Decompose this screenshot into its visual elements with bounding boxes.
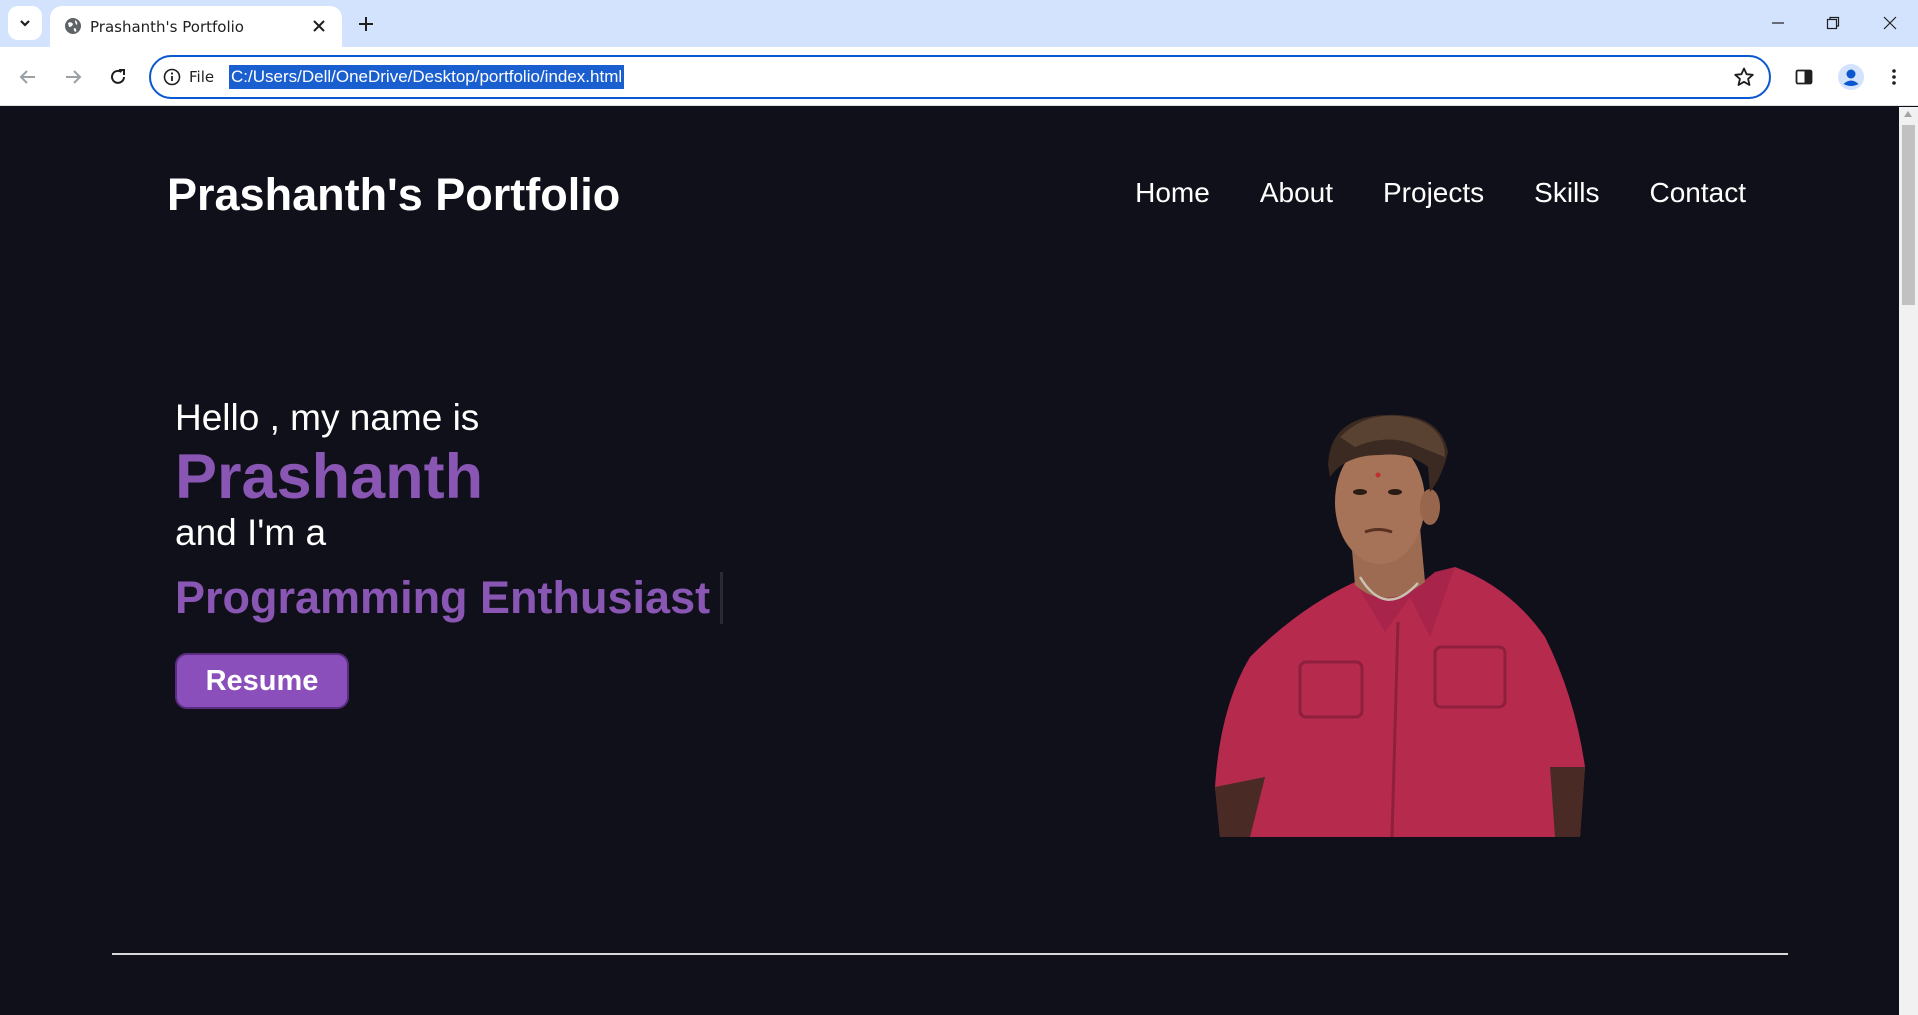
scroll-up-icon[interactable]	[1904, 111, 1912, 117]
site-info-label: File	[189, 68, 215, 86]
site-nav: Home About Projects Skills Contact	[1135, 177, 1746, 209]
side-panel-icon	[1795, 69, 1813, 85]
close-icon[interactable]	[310, 17, 328, 35]
globe-icon	[65, 18, 81, 34]
tab-title: Prashanth's Portfolio	[90, 18, 244, 36]
profile-button[interactable]	[1836, 62, 1866, 92]
reload-icon	[111, 69, 125, 84]
page-viewport: Prashanth's Portfolio Home About Project…	[0, 107, 1899, 1015]
section-divider	[112, 953, 1788, 955]
page-scrollbar[interactable]	[1899, 107, 1918, 1015]
menu-button[interactable]	[1882, 65, 1906, 89]
site-info-chip[interactable]: File	[163, 66, 214, 88]
url-text[interactable]: C:/Users/Dell/OneDrive/Desktop/portfolio…	[229, 65, 625, 89]
scrollbar-thumb[interactable]	[1902, 125, 1915, 305]
nav-link-about[interactable]: About	[1260, 177, 1333, 209]
bookmark-star-icon[interactable]	[1733, 66, 1755, 88]
nav-link-home[interactable]: Home	[1135, 177, 1210, 209]
reload-button[interactable]	[106, 65, 130, 89]
nav-link-contact[interactable]: Contact	[1650, 177, 1747, 209]
tab-search-button[interactable]	[8, 6, 42, 40]
plus-icon	[359, 17, 373, 31]
close-icon	[1883, 16, 1897, 30]
minimize-button[interactable]	[1756, 8, 1800, 38]
avatar-icon	[1838, 64, 1864, 90]
hero-role: Programming Enthusiast	[175, 572, 724, 624]
restore-icon	[1826, 16, 1840, 30]
arrow-right-icon	[66, 70, 82, 84]
browser-tab-bar: Prashanth's Portfolio	[0, 0, 1918, 47]
forward-button[interactable]	[61, 65, 85, 89]
profile-photo	[1215, 414, 1585, 837]
nav-link-skills[interactable]: Skills	[1534, 177, 1599, 209]
arrow-left-icon	[19, 70, 35, 84]
back-button[interactable]	[16, 65, 40, 89]
site-logo[interactable]: Prashanth's Portfolio	[167, 169, 620, 221]
more-vert-icon	[1892, 69, 1896, 85]
browser-toolbar: File C:/Users/Dell/OneDrive/Desktop/port…	[0, 47, 1918, 106]
close-window-button[interactable]	[1868, 8, 1912, 38]
address-bar[interactable]: File C:/Users/Dell/OneDrive/Desktop/port…	[149, 55, 1771, 99]
hero-name: Prashanth	[175, 442, 484, 512]
resume-button[interactable]: Resume	[175, 653, 349, 709]
info-icon	[163, 68, 181, 86]
restore-button[interactable]	[1811, 8, 1855, 38]
nav-link-projects[interactable]: Projects	[1383, 177, 1484, 209]
hero-intro: and I'm a	[175, 512, 327, 553]
new-tab-button[interactable]	[352, 10, 380, 38]
chevron-down-icon	[20, 20, 30, 27]
side-panel-button[interactable]	[1792, 65, 1816, 89]
minimize-icon	[1772, 22, 1784, 24]
hero-greeting: Hello , my name is	[175, 397, 480, 438]
active-tab[interactable]: Prashanth's Portfolio	[50, 6, 342, 47]
